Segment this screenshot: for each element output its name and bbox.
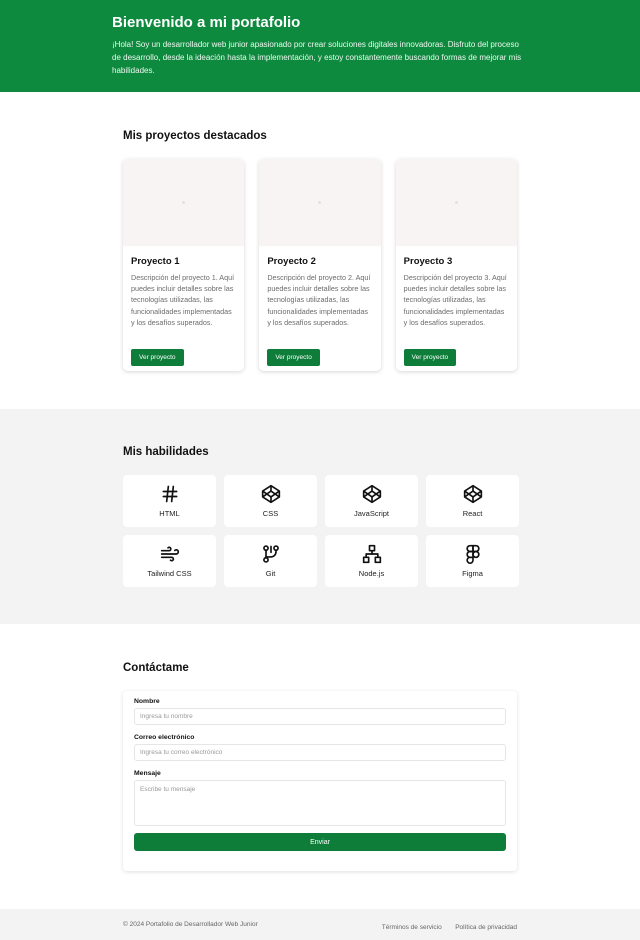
project-card: Proyecto 3 Descripción del proyecto 3. A… xyxy=(395,159,517,371)
submit-button[interactable]: Enviar xyxy=(134,833,506,851)
terms-link[interactable]: Términos de servicio xyxy=(382,924,442,931)
project-card-body: Proyecto 3 Descripción del proyecto 3. A… xyxy=(396,246,517,366)
project-image-placeholder xyxy=(259,159,381,246)
contact-form: Nombre Correo electrónico Mensaje Enviar xyxy=(123,691,517,871)
skills-grid: HTML CSS JavaScript React Tailwind CSS G… xyxy=(123,475,519,587)
name-label: Nombre xyxy=(134,698,160,705)
sitemap-icon xyxy=(362,544,381,564)
skill-label: JavaScript xyxy=(353,509,389,518)
skill-card-css: CSS xyxy=(224,475,317,527)
message-textarea[interactable] xyxy=(134,780,506,826)
project-cards: Proyecto 1 Descripción del proyecto 1. A… xyxy=(123,159,517,371)
skill-card-html: HTML xyxy=(123,475,216,527)
project-image-placeholder xyxy=(123,159,245,246)
message-label: Mensaje xyxy=(134,770,161,777)
project-title: Proyecto 1 xyxy=(131,256,180,267)
footer-links: Términos de servicio Política de privaci… xyxy=(373,916,517,934)
project-title: Proyecto 2 xyxy=(267,256,316,267)
skill-label: Tailwind CSS xyxy=(147,569,192,578)
privacy-link[interactable]: Política de privacidad xyxy=(455,924,517,931)
hero-intro: ¡Hola! Soy un desarrollador web junior a… xyxy=(112,40,522,75)
hero-title: Bienvenido a mi portafolio xyxy=(112,14,301,31)
project-title: Proyecto 3 xyxy=(403,256,453,267)
skill-card-javascript: JavaScript xyxy=(325,475,418,527)
project-card: Proyecto 1 Descripción del proyecto 1. A… xyxy=(123,159,245,371)
contact-title: Contáctame xyxy=(123,662,189,674)
contact-section: Contáctame Nombre Correo electrónico Men… xyxy=(0,624,640,909)
image-placeholder-icon xyxy=(454,201,458,204)
skill-card-react: React xyxy=(426,475,519,527)
skill-card-tailwind: Tailwind CSS xyxy=(123,535,216,587)
skill-label: React xyxy=(462,509,483,518)
project-card: Proyecto 2 Descripción del proyecto 2. A… xyxy=(259,159,381,371)
footer: © 2024 Portafolio de Desarrollador Web J… xyxy=(0,909,640,940)
skill-card-nodejs: Node.js xyxy=(325,535,418,587)
codepen-icon xyxy=(362,484,381,504)
skill-label: Node.js xyxy=(358,569,385,578)
hero-banner: Bienvenido a mi portafolio ¡Hola! Soy un… xyxy=(0,0,640,92)
project-card-body: Proyecto 2 Descripción del proyecto 2. A… xyxy=(259,246,380,366)
name-input[interactable] xyxy=(134,708,506,725)
view-project-button[interactable]: Ver proyecto xyxy=(403,349,457,366)
email-label: Correo electrónico xyxy=(134,734,195,741)
project-description: Descripción del proyecto 2. Aquí puedes … xyxy=(267,273,371,327)
codepen-icon xyxy=(463,484,482,504)
wind-icon xyxy=(160,546,179,562)
skills-title: Mis habilidades xyxy=(123,446,209,458)
skills-section: Mis habilidades HTML CSS JavaScript Reac… xyxy=(0,409,640,624)
view-project-button[interactable]: Ver proyecto xyxy=(267,349,320,366)
image-placeholder-icon xyxy=(318,201,322,204)
project-description: Descripción del proyecto 1. Aquí puedes … xyxy=(131,273,235,327)
skill-label: CSS xyxy=(262,509,279,518)
skill-label: Figma xyxy=(462,569,483,578)
image-placeholder-icon xyxy=(182,201,186,204)
skill-label: HTML xyxy=(159,509,180,518)
project-description: Descripción del proyecto 3. Aquí puedes … xyxy=(403,273,507,327)
project-card-body: Proyecto 1 Descripción del proyecto 1. A… xyxy=(123,246,244,366)
skill-card-figma: Figma xyxy=(426,535,519,587)
skill-label: Git xyxy=(265,569,276,578)
projects-title: Mis proyectos destacados xyxy=(123,130,267,142)
projects-section: Mis proyectos destacados Proyecto 1 Desc… xyxy=(0,92,640,409)
codepen-icon xyxy=(261,484,280,504)
hash-icon xyxy=(162,485,177,503)
footer-copyright: © 2024 Portafolio de Desarrollador Web J… xyxy=(123,921,258,928)
view-project-button[interactable]: Ver proyecto xyxy=(131,349,184,366)
project-image-placeholder xyxy=(395,159,517,246)
git-branch-icon xyxy=(262,545,279,563)
email-input[interactable] xyxy=(134,744,506,761)
figma-icon xyxy=(465,544,480,564)
skill-card-git: Git xyxy=(224,535,317,587)
